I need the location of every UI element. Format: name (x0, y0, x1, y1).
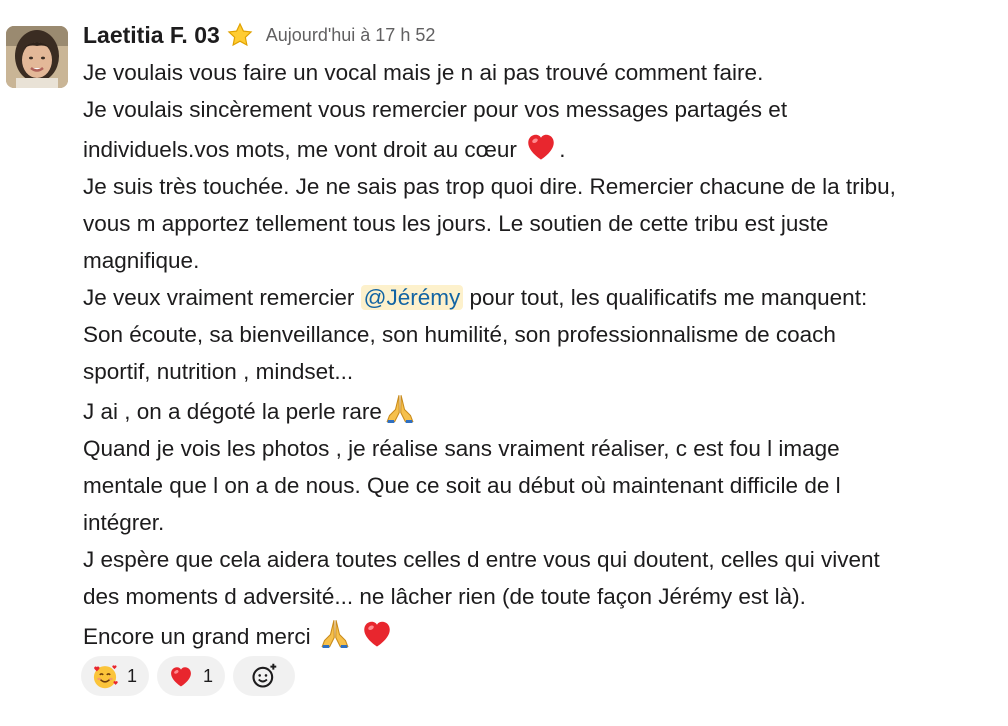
message-line: Je suis très touchée. Je ne sais pas tro… (83, 168, 1001, 205)
message-text: Je voulais sincèrement vous remercier po… (83, 97, 788, 122)
message-line: des moments d adversité... ne lâcher rie… (83, 578, 1001, 615)
message-line: sportif, nutrition , mindset... (83, 353, 1001, 390)
message-line: Quand je vois les photos , je réalise sa… (83, 430, 1001, 467)
message-body: Je voulais vous faire un vocal mais je n… (83, 54, 1001, 655)
message-line: individuels.vos mots, me vont droit au c… (83, 128, 1001, 168)
timestamp[interactable]: Aujourd'hui à 17 h 52 (266, 25, 436, 46)
avatar[interactable] (6, 26, 68, 88)
red-heart-icon (523, 128, 559, 164)
message-text: intégrer. (83, 510, 165, 535)
reaction-red-heart[interactable]: 1 (157, 656, 226, 696)
message-text: J espère que cela aidera toutes celles d… (83, 547, 880, 572)
reaction-smiling-face-with-hearts[interactable]: 1 (81, 656, 150, 696)
message-line: Son écoute, sa bienveillance, son humili… (83, 316, 1001, 353)
message-line: vous m apportez tellement tous les jours… (83, 205, 1001, 242)
message-text: Son écoute, sa bienveillance, son humili… (83, 322, 836, 347)
message-line: Je voulais vous faire un vocal mais je n… (83, 54, 1001, 91)
message-text: . (559, 137, 566, 162)
message-text: individuels.vos mots, me vont droit au c… (83, 137, 517, 162)
add-reaction-button[interactable] (233, 656, 296, 696)
message-content: Laetitia F. 03 Aujourd'hui à 17 h 52 Je … (83, 16, 1001, 655)
message-line: Encore un grand merci (83, 615, 1001, 655)
add-reaction-icon (250, 662, 278, 690)
message-text: Je veux vraiment remercier (83, 285, 355, 310)
message: Laetitia F. 03 Aujourd'hui à 17 h 52 Je … (0, 0, 1008, 726)
message-text: des moments d adversité... ne lâcher rie… (83, 584, 806, 609)
reaction-count: 1 (203, 665, 214, 686)
reaction-count: 1 (127, 665, 138, 686)
message-header: Laetitia F. 03 Aujourd'hui à 17 h 52 (83, 16, 1001, 54)
message-line: magnifique. (83, 242, 1001, 279)
message-text: J ai , on a dégoté la perle rare (83, 399, 382, 424)
message-line: mentale que l on a de nous. Que ce soit … (83, 467, 1001, 504)
message-line: J ai , on a dégoté la perle rare (83, 390, 1001, 430)
message-text: Je voulais vous faire un vocal mais je n… (83, 60, 764, 85)
message-line: Je voulais sincèrement vous remercier po… (83, 91, 1001, 128)
message-text: pour tout, les qualificatifs me manquent… (469, 285, 868, 310)
message-text: Encore un grand merci (83, 624, 311, 649)
author-name[interactable]: Laetitia F. 03 (83, 22, 220, 49)
smiling-face-with-hearts-icon (91, 662, 119, 690)
message-text: Je suis très touchée. Je ne sais pas tro… (83, 174, 896, 199)
message-text: Quand je vois les photos , je réalise sa… (83, 436, 840, 461)
red-heart-icon (167, 662, 195, 690)
reactions-bar: 1 1 (81, 656, 296, 696)
red-heart-icon (359, 615, 395, 651)
message-text: vous m apportez tellement tous les jours… (83, 211, 829, 236)
message-text: mentale que l on a de nous. Que ce soit … (83, 473, 841, 498)
message-line: Je veux vraiment remercier @Jérémy pour … (83, 279, 1001, 316)
folded-hands-icon (317, 615, 353, 651)
folded-hands-icon (382, 390, 418, 426)
message-line: J espère que cela aidera toutes celles d… (83, 541, 1001, 578)
message-text: sportif, nutrition , mindset... (83, 359, 354, 384)
star-icon (226, 21, 254, 49)
message-line: intégrer. (83, 504, 1001, 541)
mention-jeremy[interactable]: @Jérémy (360, 285, 464, 310)
message-text: magnifique. (83, 248, 200, 273)
